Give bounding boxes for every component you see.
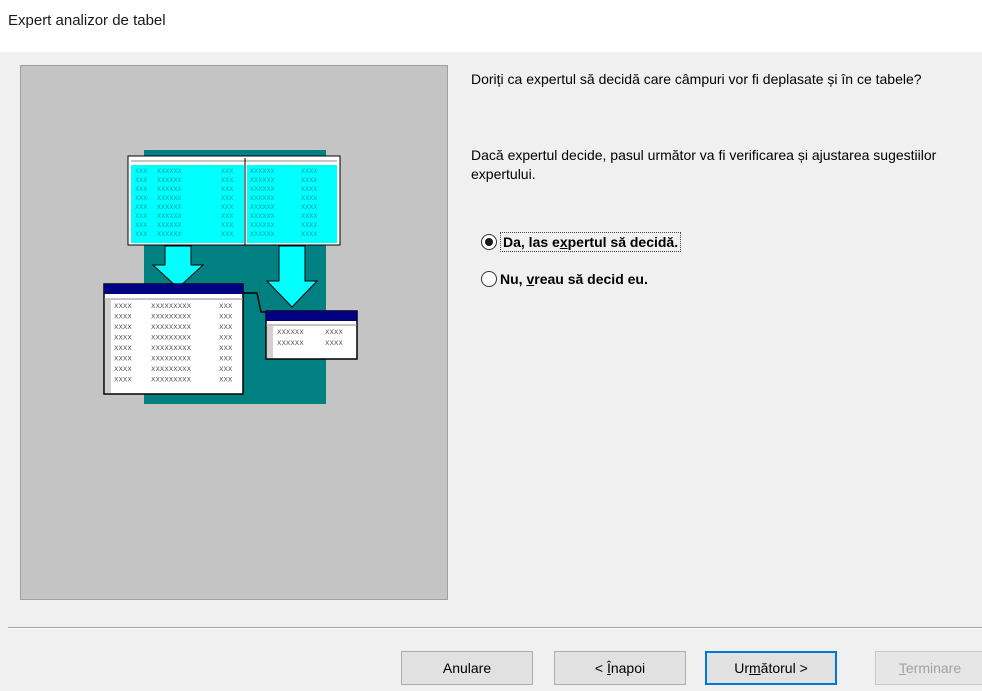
illustration-cell-text: XXXXXX (157, 186, 182, 193)
illustration-cell-text: XXXXXX (157, 213, 182, 220)
illustration-cell-text: XXXXXX (157, 231, 182, 238)
illustration-cell-text: XXXXXXXXX (151, 365, 192, 373)
illustration-cell-text: XXXX (301, 222, 317, 229)
illustration-cell-text: XXX (135, 168, 147, 175)
illustration-cell-text: XXXX (114, 344, 132, 352)
result-table-right: XXXXXX XXXXXXXXXX XXXX (265, 310, 358, 360)
illustration-cell-text: XXX (219, 334, 233, 342)
illustration-cell-text: XXXXXXXXX (151, 302, 192, 310)
illustration-cell-text: XXX (221, 213, 233, 220)
wizard-illustration: XXX XXXXXX XXX XXXXXX XXXX XXX XXXXXX XXX XXXXXX… (20, 65, 448, 600)
illustration-cell-text: XXXX (114, 365, 132, 373)
illustration-cell-text: XXX (219, 302, 233, 310)
wizard-question: Doriți ca expertul să decidă care câmpur… (471, 71, 922, 87)
table-split-graphic: XXX XXXXXX XXX XXXXXX XXXXXXX XXXXXX XXX XXXXXX… (103, 150, 358, 404)
illustration-cell-text: XXXXXX (250, 195, 275, 202)
illustration-cell-text: XXXXXX (250, 168, 275, 175)
illustration-cell-text: XXXX (325, 328, 343, 336)
next-button[interactable]: Următorul > (705, 651, 837, 685)
illustration-cell-text: XXX (135, 231, 147, 238)
illustration-cell-text: XXX (221, 231, 233, 238)
illustration-cell-text: XXXX (301, 186, 317, 193)
illustration-cell-text: XXX (135, 222, 147, 229)
illustration-cell-text: XXXX (301, 231, 317, 238)
option-label-user-decides: Nu, vreau să decid eu. (500, 271, 648, 287)
illustration-cell-text: XXX (221, 177, 233, 184)
illustration-cell-text: XXXX (301, 195, 317, 202)
footer-separator (8, 627, 982, 629)
illustration-cell-text: XXX (135, 177, 147, 184)
illustration-cell-text: XXX (135, 204, 147, 211)
illustration-cell-text: XXX (219, 355, 233, 363)
illustration-cell-text: XXXXXX (157, 177, 182, 184)
option-label-wizard-decides: Da, las expertul să decidă. (500, 232, 682, 252)
illustration-cell-text: XXX (219, 344, 233, 352)
back-button[interactable]: < Înapoi (554, 651, 686, 685)
window-title: Expert analizor de tabel (8, 12, 166, 29)
illustration-cell-text: XXX (219, 376, 233, 384)
illustration-cell-text: XXXX (325, 339, 343, 347)
illustration-cell-text: XXX (221, 222, 233, 229)
option-user-decides[interactable]: Nu, vreau să decid eu. (481, 267, 648, 291)
illustration-cell-text: XXXXXXXXX (151, 344, 192, 352)
title-bar: Expert analizor de tabel (0, 0, 982, 52)
illustration-cell-text: XXXXXX (157, 204, 182, 211)
illustration-cell-text: XXX (135, 195, 147, 202)
illustration-cell-text: XXXX (301, 213, 317, 220)
illustration-cell-text: XXXX (301, 204, 317, 211)
illustration-cell-text: XXX (221, 186, 233, 193)
illustration-cell-text: XXX (219, 323, 233, 331)
wizard-info-text: Dacă expertul decide, pasul următor va f… (471, 147, 937, 182)
illustration-cell-text: XXXXXX (277, 328, 304, 336)
illustration-cell-text: XXX (135, 213, 147, 220)
illustration-cell-text: XXX (219, 313, 233, 321)
illustration-cell-text: XXX (219, 365, 233, 373)
illustration-cell-text: XXXX (114, 355, 132, 363)
illustration-cell-text: XXXXXX (250, 222, 275, 229)
radio-button-checked[interactable] (481, 234, 497, 250)
illustration-cell-text: XXXX (114, 323, 132, 331)
illustration-cell-text: XXX (221, 168, 233, 175)
illustration-cell-text: XXXX (114, 302, 132, 310)
illustration-cell-text: XXX (221, 204, 233, 211)
cancel-button[interactable]: Anulare (401, 651, 533, 685)
radio-button-unchecked[interactable] (481, 271, 497, 287)
illustration-cell-text: XXX (135, 186, 147, 193)
illustration-cell-text: XXXXXX (250, 213, 275, 220)
illustration-cell-text: XXXXXX (277, 339, 304, 347)
illustration-cell-text: XXXXXXXXX (151, 376, 192, 384)
illustration-cell-text: XXXXXXXXX (151, 334, 192, 342)
illustration-cell-text: XXXXXX (250, 204, 275, 211)
source-table: XXX XXXXXX XXX XXXXXX XXXXXXX XXXXXX XXX XXXXXX… (127, 155, 341, 246)
illustration-cell-text: XXXX (301, 168, 317, 175)
illustration-cell-text: XXX (221, 195, 233, 202)
finish-button[interactable]: Terminare (875, 651, 982, 685)
illustration-cell-text: XXXXXX (157, 222, 182, 229)
illustration-cell-text: XXXX (114, 376, 132, 384)
illustration-cell-text: XXXXXXXXX (151, 323, 192, 331)
illustration-cell-text: XXXX (114, 334, 132, 342)
illustration-cell-text: XXXX (114, 313, 132, 321)
illustration-cell-text: XXXXXXXXX (151, 355, 192, 363)
illustration-cell-text: XXXXXX (250, 186, 275, 193)
illustration-cell-text: XXXXXX (250, 177, 275, 184)
illustration-cell-text: XXXXXX (157, 195, 182, 202)
result-table-left: XXXX XXXXXXXXX XXXXXXX XXXXXXXXX XXXXXXX XXXX… (103, 283, 244, 395)
illustration-cell-text: XXXXXXXXX (151, 313, 192, 321)
illustration-cell-text: XXXXXX (157, 168, 182, 175)
illustration-cell-text: XXXX (301, 177, 317, 184)
illustration-cell-text: XXXXXX (250, 231, 275, 238)
option-wizard-decides[interactable]: Da, las expertul să decidă. (481, 230, 981, 254)
